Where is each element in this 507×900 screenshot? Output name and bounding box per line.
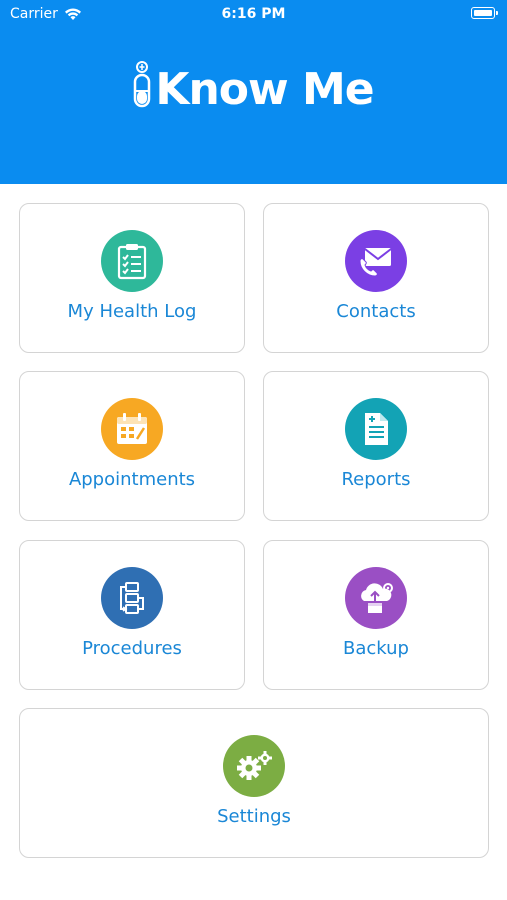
battery-icon <box>471 7 498 19</box>
flowchart-icon <box>101 567 163 629</box>
tile-label-procedures: Procedures <box>82 638 182 659</box>
tile-contacts[interactable]: Contacts <box>263 203 489 353</box>
tile-label-contacts: Contacts <box>336 301 416 322</box>
app-header: Carrier 6:16 PM Know Me <box>0 0 507 184</box>
tile-my-health-log[interactable]: My Health Log <box>19 203 245 353</box>
brand-name: Know Me <box>155 64 374 115</box>
tile-appointments[interactable]: Appointments <box>19 371 245 521</box>
status-time: 6:16 PM <box>221 6 286 22</box>
calendar-icon <box>101 398 163 460</box>
tile-procedures[interactable]: Procedures <box>19 540 245 690</box>
cloud-upload-icon <box>345 567 407 629</box>
tile-settings[interactable]: Settings <box>19 708 489 858</box>
tile-label-reports: Reports <box>341 469 411 490</box>
envelope-phone-icon <box>345 230 407 292</box>
app-logo: Know Me <box>0 60 507 119</box>
tile-label-my-health-log: My Health Log <box>67 301 197 322</box>
document-icon <box>345 398 407 460</box>
tile-backup[interactable]: Backup <box>263 540 489 690</box>
gears-icon <box>223 735 285 797</box>
tile-label-appointments: Appointments <box>68 469 196 490</box>
tile-label-settings: Settings <box>217 806 291 827</box>
status-bar: Carrier 6:16 PM <box>0 0 507 28</box>
clipboard-checklist-icon <box>101 230 163 292</box>
capsule-logo-icon <box>133 60 151 119</box>
tile-reports[interactable]: Reports <box>263 371 489 521</box>
tile-label-backup: Backup <box>343 638 409 659</box>
